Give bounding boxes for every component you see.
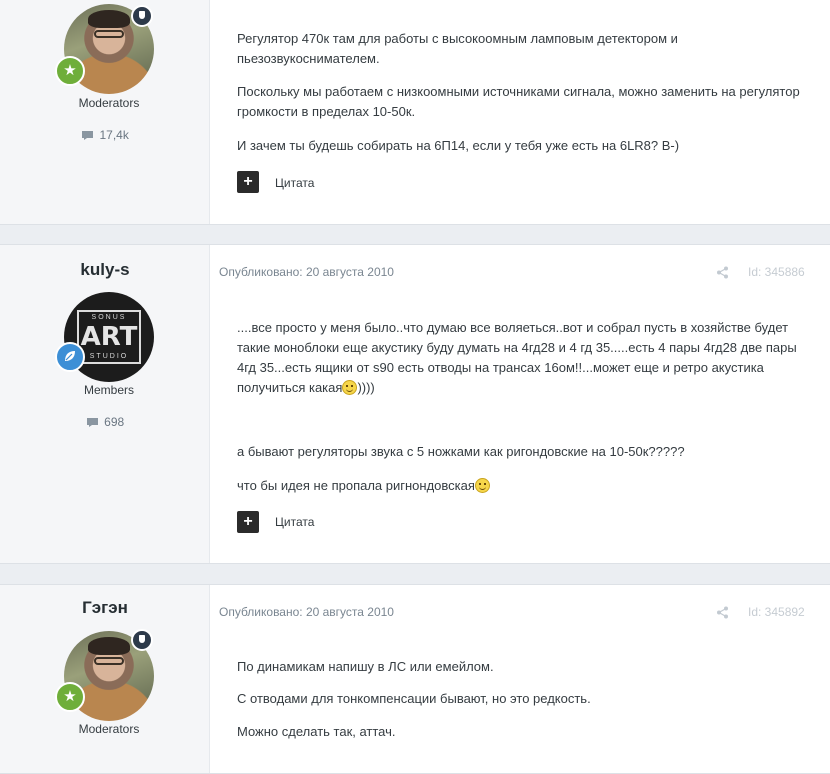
moderator-shield-icon — [131, 5, 153, 27]
post-3: Гэгэн ★ Moderators Опубликовано: 20 авгу… — [0, 584, 830, 774]
post-paragraph: а бывают регуляторы звука с 5 ножками ка… — [237, 444, 685, 459]
smiley-icon — [342, 380, 358, 395]
avatar-glasses — [94, 657, 124, 665]
star-icon: ★ — [55, 682, 85, 712]
post-count-value: 698 — [104, 415, 125, 429]
plus-icon: + — [243, 513, 253, 530]
quote-button[interactable]: + — [237, 171, 259, 193]
post-1: ★ Moderators 17,4k Регулятор 470к там дл… — [0, 0, 830, 225]
user-group: Members — [83, 383, 134, 397]
post-text: ....все просто у меня было..что думаю вс… — [237, 320, 797, 395]
quote-label[interactable]: Цитата — [275, 176, 314, 190]
author-name[interactable]: kuly-s — [0, 260, 210, 280]
post-date[interactable]: Опубликовано: 20 августа 2010 — [219, 605, 394, 619]
author-panel: ★ Moderators 17,4k — [0, 0, 210, 224]
avatar-text-top: SONUS — [91, 314, 127, 321]
post-2: kuly-s SONUS ART STUDIO Members 698 Опуб… — [0, 244, 830, 564]
share-icon[interactable] — [716, 266, 729, 279]
speech-bubble-icon — [82, 131, 94, 140]
quote-button[interactable]: + — [237, 511, 259, 533]
post-text-tail: )))) — [357, 380, 375, 395]
share-icon[interactable] — [716, 606, 729, 619]
post-paragraph: Можно сделать так, аттач. — [237, 724, 396, 739]
post-date[interactable]: Опубликовано: 20 августа 2010 — [219, 265, 394, 279]
author-panel: kuly-s SONUS ART STUDIO Members 698 — [0, 245, 210, 563]
avatar-hair — [88, 10, 130, 28]
post-paragraph: ....все просто у меня было..что думаю вс… — [237, 318, 811, 398]
post-id: Id: 345886 — [748, 265, 805, 279]
post-paragraph: С отводами для тонкомпенсации бывают, но… — [237, 691, 591, 706]
post-count: 698 — [0, 415, 210, 429]
post-count-value: 17,4k — [99, 128, 129, 142]
quote-label[interactable]: Цитата — [275, 515, 314, 529]
smiley-icon — [474, 478, 490, 493]
post-text: что бы идея не пропала ригнондовская — [237, 478, 475, 493]
star-icon: ★ — [55, 56, 85, 86]
avatar-glasses — [94, 30, 124, 38]
post-id: Id: 345892 — [748, 605, 805, 619]
speech-bubble-icon — [86, 418, 98, 427]
author-name[interactable]: Гэгэн — [0, 598, 210, 618]
post-paragraph: что бы идея не пропала ригнондовская — [237, 476, 807, 496]
post-paragraph: Поскольку мы работаем с низкоомными исто… — [237, 84, 800, 119]
plus-icon: + — [243, 173, 253, 190]
post-paragraph: И зачем ты будешь собирать на 6П14, если… — [237, 138, 680, 153]
post-count: 17,4k — [0, 128, 210, 142]
post-paragraph: По динамикам напишу в ЛС или емейлом. — [237, 659, 494, 674]
user-group: Moderators — [78, 96, 140, 110]
avatar-hair — [88, 637, 130, 655]
user-group: Moderators — [78, 722, 140, 736]
author-panel: Гэгэн ★ Moderators — [0, 585, 210, 773]
leaf-icon — [55, 342, 85, 372]
post-paragraph: Регулятор 470к там для работы с высокоом… — [237, 31, 678, 66]
moderator-shield-icon — [131, 629, 153, 651]
